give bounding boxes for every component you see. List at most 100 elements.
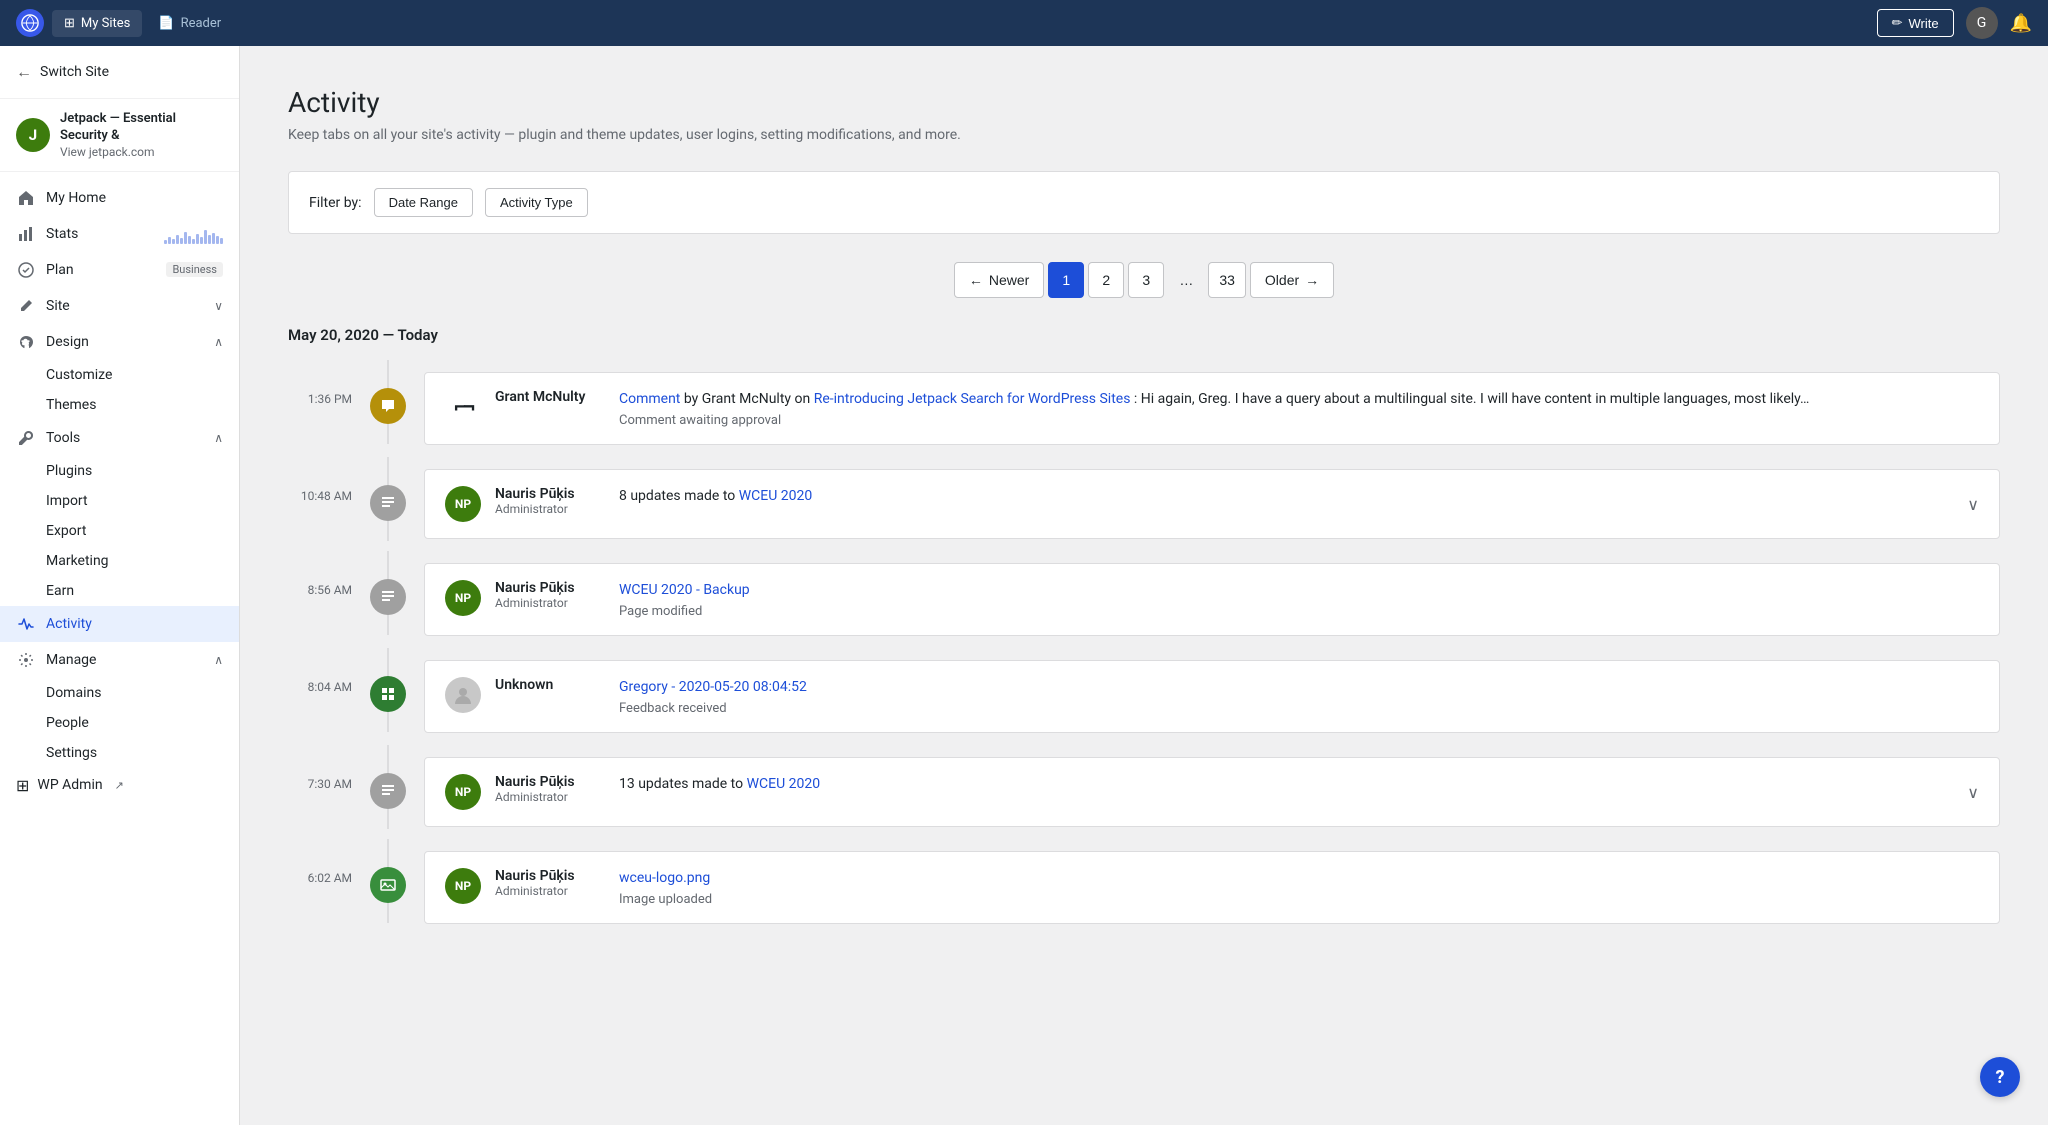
sidebar-item-settings[interactable]: Settings [0,738,239,768]
activity-row: 10:48 AM NP Nauris Pūķis [288,457,2000,551]
sidebar-item-plan[interactable]: Plan Business [0,252,239,288]
activity-time-col: 10:48 AM [288,457,368,504]
sidebar-item-customize[interactable]: Customize [0,360,239,390]
user-role: Administrator [495,596,605,610]
comment-link[interactable]: Comment [619,391,680,407]
sidebar-item-marketing[interactable]: Marketing [0,546,239,576]
sidebar-manage-label: Manage [46,652,96,668]
avatar-np: NP [445,774,481,810]
site-url: View jetpack.com [60,145,223,159]
desc-text: 8 updates made to [619,488,739,504]
themes-label: Themes [46,397,96,413]
sidebar-item-manage[interactable]: Manage ∧ [0,642,239,678]
user-info: Unknown [495,677,605,693]
feedback-link[interactable]: Gregory - 2020-05-20 08:04:52 [619,679,807,695]
user-info: Grant McNulty [495,389,605,405]
sidebar-item-tools[interactable]: Tools ∧ [0,420,239,456]
topbar-nav: ⊞ My Sites 📄 Reader [52,10,233,37]
sidebar-stats-label: Stats [46,226,78,242]
activity-content: NP Nauris Pūķis Administrator 8 updates … [408,457,2000,551]
topbar-my-sites[interactable]: ⊞ My Sites [52,10,142,37]
user-info: Nauris Pūķis Administrator [495,486,605,516]
activity-time-col: 6:02 AM [288,839,368,886]
avatar-np: NP [445,868,481,904]
sidebar-item-earn[interactable]: Earn [0,576,239,606]
avatar-placeholder [445,677,481,713]
ellipsis-button: … [1168,262,1204,298]
sidebar-item-activity[interactable]: Activity [0,606,239,642]
newer-button[interactable]: ← Newer [954,262,1044,298]
sidebar-item-site[interactable]: Site ∨ [0,288,239,324]
activity-content: NP Nauris Pūķis Administrator WCEU 2020 … [408,551,2000,648]
earn-label: Earn [46,583,74,599]
expand-button[interactable]: ∨ [1967,783,1979,802]
activity-card: Unknown Gregory - 2020-05-20 08:04:52 Fe… [424,660,2000,733]
sidebar-item-domains[interactable]: Domains [0,678,239,708]
my-sites-label: My Sites [81,16,130,31]
date-group-title: May 20, 2020 — Today [288,326,2000,344]
wceu-backup-link[interactable]: WCEU 2020 - Backup [619,582,750,598]
wp-admin-label: WP Admin [37,777,102,793]
wceu-link[interactable]: WCEU 2020 [739,488,813,504]
layout: ← Switch Site J Jetpack — Essential Secu… [0,46,2048,1125]
sidebar-item-wp-admin[interactable]: ⊞ WP Admin ↗ [0,768,239,803]
page-3-button[interactable]: 3 [1128,262,1164,298]
page-2-button[interactable]: 2 [1088,262,1124,298]
import-label: Import [46,493,88,509]
write-button[interactable]: ✏ Write [1877,9,1954,37]
help-button[interactable]: ? [1980,1057,2020,1097]
user-avatar[interactable]: G [1966,7,1998,39]
older-label: Older [1265,272,1299,288]
activity-desc-text: 8 updates made to WCEU 2020 [619,486,1953,507]
wceu-link2[interactable]: WCEU 2020 [747,776,821,792]
topbar-reader[interactable]: 📄 Reader [146,10,233,37]
activity-time: 8:04 AM [308,680,352,694]
sidebar-item-stats[interactable]: Stats [0,216,239,252]
switch-site-button[interactable]: ← Switch Site [0,46,239,99]
sidebar-item-my-home[interactable]: My Home [0,180,239,216]
avatar-np: NP [445,580,481,616]
activity-description: 13 updates made to WCEU 2020 [619,774,1953,795]
user-info: Nauris Pūķis Administrator [495,774,605,804]
wordpress-logo [16,9,44,37]
activity-desc-text: Gregory - 2020-05-20 08:04:52 [619,677,1979,698]
timeline-col [368,360,408,444]
page-33-button[interactable]: 33 [1208,262,1246,298]
filter-date-range-button[interactable]: Date Range [374,188,473,217]
sidebar-activity-label: Activity [46,616,92,632]
chevron-up-icon-manage: ∧ [214,653,223,667]
post-link[interactable]: Re-introducing Jetpack Search for WordPr… [814,391,1131,407]
page-1-button[interactable]: 1 [1048,262,1084,298]
filter-activity-type-button[interactable]: Activity Type [485,188,588,217]
activity-description: Comment by Grant McNulty on Re-introduci… [619,389,1979,428]
user-info: Nauris Pūķis Administrator [495,580,605,610]
right-arrow-icon: → [1305,272,1319,288]
user-name: Nauris Pūķis [495,774,605,790]
timeline-icon-comment [370,388,406,424]
activity-time-col: 8:04 AM [288,648,368,695]
design-submenu: Customize Themes [0,360,239,420]
activity-time: 10:48 AM [301,489,352,503]
older-button[interactable]: Older → [1250,262,1334,298]
activity-content: ⌐¬ Grant McNulty Comment by Grant McNult… [408,360,2000,457]
sidebar-design-label: Design [46,334,89,350]
expand-button[interactable]: ∨ [1967,495,1979,514]
activity-icon [16,614,36,634]
sidebar-item-import[interactable]: Import [0,486,239,516]
manage-submenu: Domains People Settings [0,678,239,768]
newer-label: Newer [989,272,1029,288]
activity-card: NP Nauris Pūķis Administrator WCEU 2020 … [424,563,2000,636]
activity-description: WCEU 2020 - Backup Page modified [619,580,1979,619]
image-link[interactable]: wceu-logo.png [619,870,710,886]
sidebar-item-themes[interactable]: Themes [0,390,239,420]
plan-icon [16,260,36,280]
sidebar-item-plugins[interactable]: Plugins [0,456,239,486]
sidebar-item-export[interactable]: Export [0,516,239,546]
activity-card: NP Nauris Pūķis Administrator wceu-logo.… [424,851,2000,924]
sidebar-item-people[interactable]: People [0,708,239,738]
activity-sub-text: Page modified [619,604,1979,619]
sidebar-item-design[interactable]: Design ∧ [0,324,239,360]
site-icon: J [16,118,50,152]
timeline-icon-feedback [370,676,406,712]
notifications-bell[interactable]: 🔔 [2010,13,2032,34]
